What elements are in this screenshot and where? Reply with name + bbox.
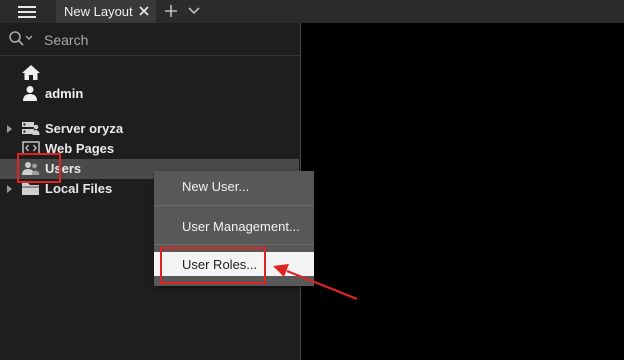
annotation-arrow — [273, 264, 358, 301]
